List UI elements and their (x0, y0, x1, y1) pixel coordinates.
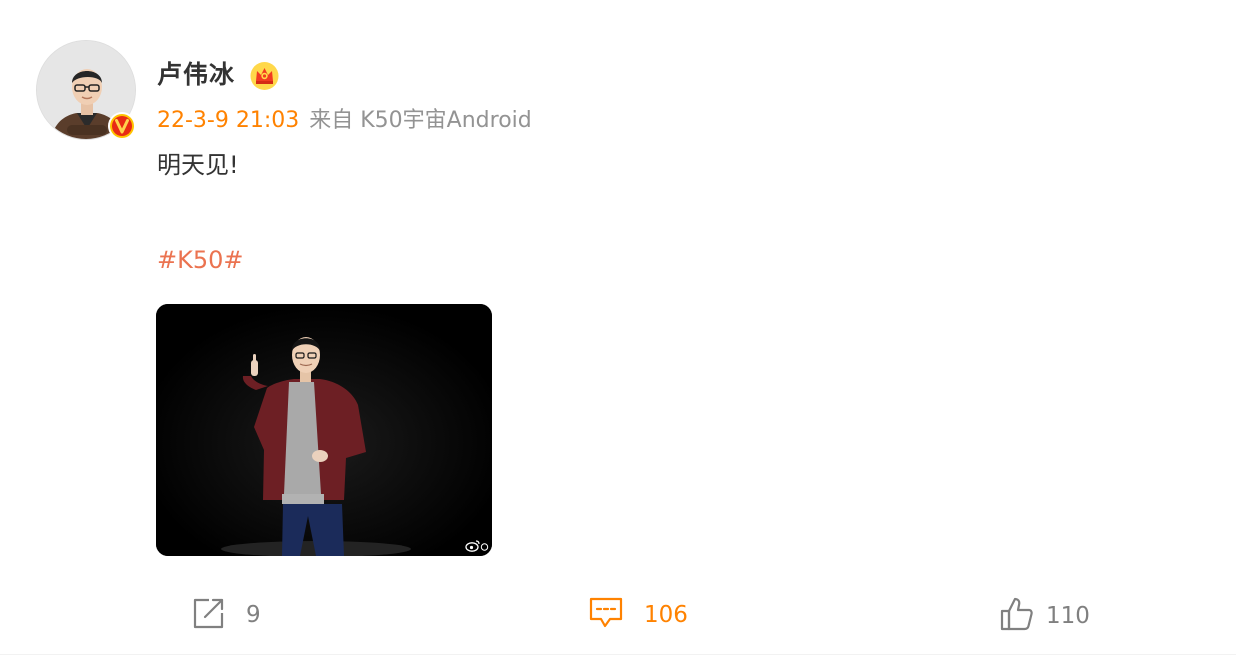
like-count: 110 (1046, 603, 1090, 629)
avatar-container[interactable] (36, 40, 136, 140)
post-meta: 22-3-9 21:03 来自 K50宇宙Android (157, 106, 532, 136)
like-button[interactable]: 110 (1000, 596, 1090, 636)
weibo-watermark-icon (465, 539, 489, 553)
post-timestamp[interactable]: 22-3-9 21:03 (157, 108, 299, 133)
comment-count: 106 (644, 602, 688, 628)
thumbs-up-icon (1000, 596, 1034, 636)
author-name[interactable]: 卢伟冰 (157, 58, 235, 92)
comment-icon (588, 596, 624, 634)
divider (0, 654, 1236, 655)
post-text: 明天见! (157, 151, 239, 179)
weibo-post: 卢伟冰 22-3-9 21:03 来自 K50宇宙Android 明天见! #K5… (0, 0, 1236, 668)
post-image[interactable] (156, 304, 492, 556)
post-source: 来自 K50宇宙Android (309, 108, 532, 133)
repost-icon (192, 596, 226, 634)
comment-button[interactable]: 106 (588, 596, 688, 634)
hashtag-link[interactable]: #K50# (157, 244, 244, 276)
repost-button[interactable]: 9 (192, 596, 261, 634)
repost-count: 9 (246, 602, 261, 628)
verified-badge-icon (107, 111, 137, 141)
crown-icon[interactable] (249, 61, 280, 91)
